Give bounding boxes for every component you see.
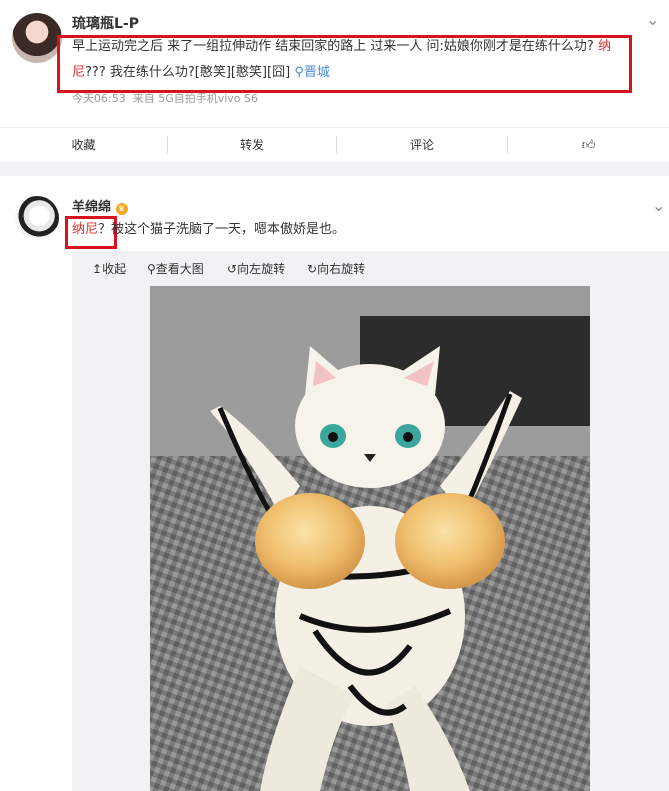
username-label: 羊绵绵 bbox=[72, 200, 112, 215]
rotate-left-icon: ↺ bbox=[227, 262, 238, 276]
feed-separator bbox=[0, 162, 669, 176]
rotate-left-label: 向左旋转 bbox=[237, 262, 286, 276]
post-text-line2: ??? 我在练什么功?[憨笑][憨笑][囧] bbox=[85, 65, 291, 80]
username[interactable]: 琉璃瓶L-P bbox=[72, 13, 139, 33]
location-label: 晋城 bbox=[303, 65, 330, 80]
location-link[interactable]: ⚲晋城 bbox=[294, 65, 330, 80]
avatar[interactable] bbox=[12, 13, 62, 63]
post-time[interactable]: 今天06:53 bbox=[72, 92, 126, 105]
post-meta: 今天06:53 来自 5G自拍手机vivo S6 bbox=[72, 90, 258, 106]
collect-button[interactable]: 收藏 bbox=[0, 128, 167, 162]
collapse-icon: ↥ bbox=[92, 262, 103, 276]
forward-button[interactable]: 转发 bbox=[168, 128, 336, 162]
magnifier-icon: ⚲ bbox=[147, 262, 156, 276]
view-large-button[interactable]: ⚲查看大图 bbox=[147, 260, 204, 277]
thumbs-up-icon: 👍︎ bbox=[581, 138, 596, 153]
chevron-down-icon[interactable]: ⌄ bbox=[646, 10, 659, 29]
post-text-line1: 早上运动完之后 来了一组拉伸动作 结束回家的路上 过来一人 问:姑娘你刚才是在练… bbox=[72, 39, 594, 54]
rotate-right-label: 向右旋转 bbox=[317, 262, 366, 276]
post-text: 纳尼？被这个猫子洗脑了一天，嗯本傲娇是也。 bbox=[72, 217, 662, 243]
highlight-text: 纳尼 bbox=[72, 222, 99, 237]
post-source: 来自 5G自拍手机vivo S6 bbox=[132, 92, 259, 105]
post-text: 早上运动完之后 来了一组拉伸动作 结束回家的路上 过来一人 问:姑娘你刚才是在练… bbox=[72, 34, 662, 60]
highlight-text: 尼 bbox=[72, 65, 86, 80]
rotate-right-button[interactable]: ↻向右旋转 bbox=[307, 260, 365, 277]
username[interactable]: 羊绵绵 ♛ bbox=[72, 196, 128, 215]
collapse-button[interactable]: ↥收起 bbox=[92, 260, 126, 277]
collapse-label: 收起 bbox=[102, 262, 127, 276]
like-button[interactable]: 👍︎ bbox=[508, 128, 669, 162]
post-photo[interactable] bbox=[150, 286, 590, 791]
view-large-label: 查看大图 bbox=[155, 262, 204, 276]
cat-figurine-image bbox=[150, 286, 590, 791]
highlight-text: 纳 bbox=[597, 39, 611, 54]
rotate-left-button[interactable]: ↺向左旋转 bbox=[227, 260, 285, 277]
action-bar: 收藏 转发 评论 👍︎ bbox=[0, 127, 669, 163]
post-text-body: ？被这个猫子洗脑了一天，嗯本傲娇是也。 bbox=[98, 222, 346, 237]
location-pin-icon: ⚲ bbox=[294, 65, 304, 80]
post-text-line2-row: 尼??? 我在练什么功?[憨笑][憨笑][囧] ⚲晋城 bbox=[72, 60, 662, 86]
crown-badge-icon: ♛ bbox=[115, 203, 128, 215]
chevron-down-icon[interactable]: ⌄ bbox=[652, 196, 665, 215]
avatar[interactable] bbox=[15, 196, 59, 240]
comment-button[interactable]: 评论 bbox=[337, 128, 507, 162]
rotate-right-icon: ↻ bbox=[307, 262, 318, 276]
